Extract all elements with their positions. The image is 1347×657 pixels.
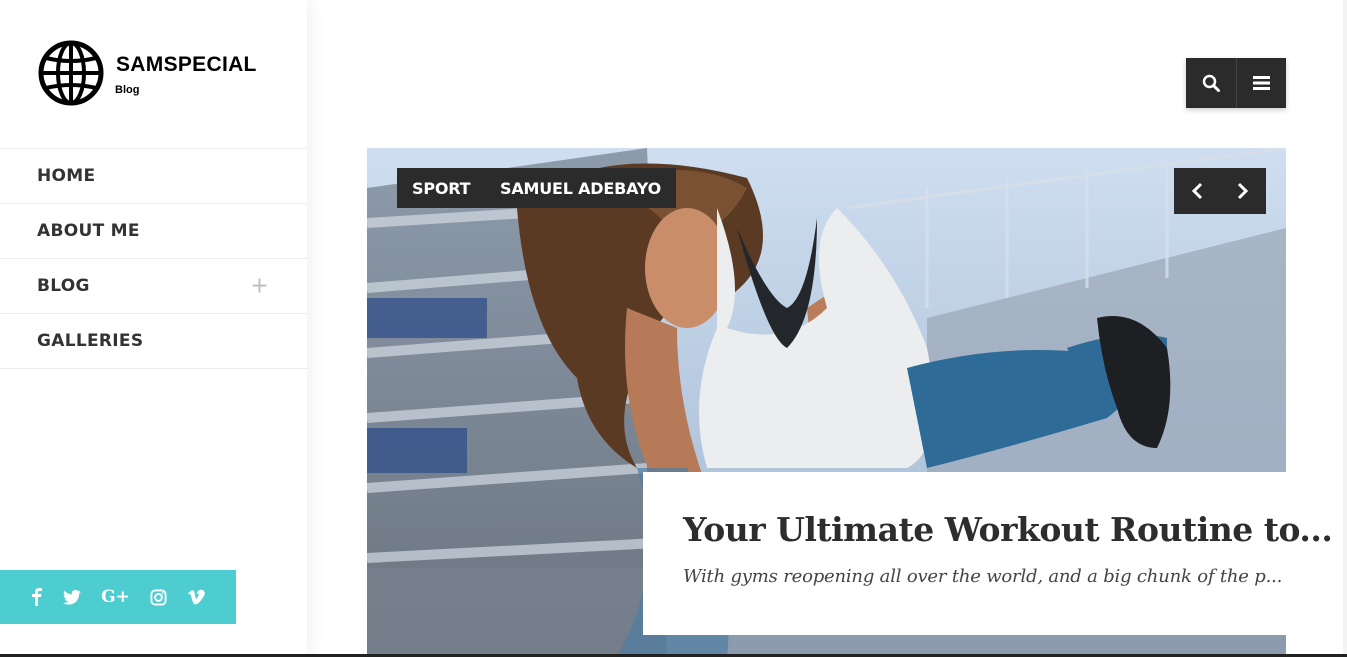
- site-name: SAMSPECIAL: [116, 53, 257, 76]
- nav-item-blog[interactable]: BLOG +: [0, 259, 307, 314]
- twitter-icon[interactable]: [63, 589, 82, 605]
- nav-item-label: HOME: [37, 166, 96, 186]
- site-logo[interactable]: SAMSPECIAL Blog: [38, 40, 308, 110]
- header-actions: [1186, 58, 1286, 108]
- page-scroll-edge: [1343, 0, 1347, 657]
- menu-button[interactable]: [1235, 58, 1287, 108]
- slide-caption-card: Your Ultimate Workout Routine to... With…: [643, 472, 1333, 635]
- category-tag[interactable]: SPORT: [397, 168, 486, 208]
- menu-icon: [1252, 76, 1270, 90]
- instagram-icon[interactable]: [150, 588, 167, 606]
- slider-prev-button[interactable]: [1177, 168, 1217, 214]
- nav-item-label: ABOUT ME: [37, 221, 140, 241]
- post-title[interactable]: Your Ultimate Workout Routine to...: [683, 510, 1333, 549]
- chevron-left-icon: [1191, 182, 1203, 200]
- post-excerpt: With gyms reopening all over the world, …: [683, 566, 1283, 587]
- google-plus-icon[interactable]: G+: [101, 587, 130, 607]
- sidebar: SAMSPECIAL Blog HOME ABOUT ME BLOG + GALL…: [0, 0, 307, 657]
- nav-item-home[interactable]: HOME: [0, 149, 307, 204]
- plus-icon[interactable]: +: [250, 274, 269, 299]
- chevron-right-icon: [1237, 182, 1249, 200]
- globe-icon: [38, 40, 104, 106]
- slider-next-button[interactable]: [1223, 168, 1263, 214]
- search-button[interactable]: [1186, 58, 1236, 108]
- nav-item-label: BLOG: [37, 276, 90, 296]
- social-bar: G+: [0, 570, 236, 624]
- site-tagline: Blog: [115, 84, 140, 96]
- search-icon: [1202, 74, 1220, 92]
- slider-arrows: [1174, 168, 1266, 214]
- facebook-icon[interactable]: [31, 588, 43, 606]
- nav-item-galleries[interactable]: GALLERIES: [0, 314, 307, 369]
- nav-item-about-me[interactable]: ABOUT ME: [0, 204, 307, 259]
- nav-item-label: GALLERIES: [37, 331, 144, 351]
- author-tag[interactable]: SAMUEL ADEBAYO: [485, 168, 676, 208]
- main-nav: HOME ABOUT ME BLOG + GALLERIES: [0, 148, 307, 369]
- vimeo-icon[interactable]: [187, 589, 205, 605]
